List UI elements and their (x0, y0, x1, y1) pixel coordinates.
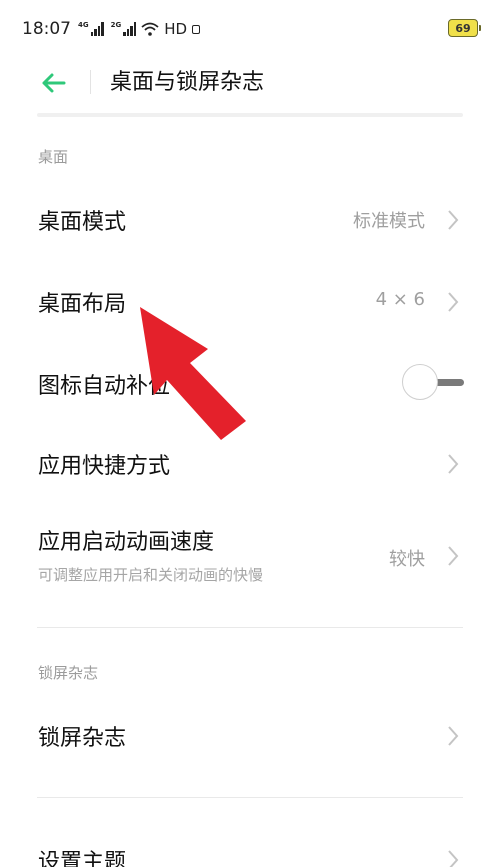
page-title: 桌面与锁屏杂志 (110, 70, 265, 95)
setting-title: 设置主题 (38, 850, 127, 867)
setting-title: 桌面布局 (38, 292, 127, 317)
setting-row-app-launch-animation[interactable]: 应用启动动画速度 可调整应用开启和关闭动画的快慢 较快 (0, 516, 500, 596)
icon-auto-fill-toggle[interactable] (402, 364, 464, 400)
setting-title: 锁屏杂志 (38, 726, 127, 751)
setting-row-set-theme[interactable]: 设置主题 (0, 830, 500, 867)
status-left: 18:07 4G 2G HD (22, 18, 201, 40)
toggle-knob (402, 364, 438, 400)
setting-value: 标准模式 (353, 211, 425, 232)
setting-row-app-shortcuts[interactable]: 应用快捷方式 (0, 434, 500, 494)
section-label-desktop: 桌面 (38, 148, 69, 166)
back-arrow-icon (42, 73, 66, 93)
hd-indicator-icon (192, 24, 201, 34)
section-divider (37, 627, 463, 628)
chevron-right-icon (448, 726, 459, 746)
section-divider (37, 797, 463, 798)
chevron-right-icon (448, 210, 459, 230)
header-divider (90, 70, 91, 94)
signal-strength-icon-2: 2G (111, 22, 137, 36)
setting-row-desktop-mode[interactable]: 桌面模式 标准模式 (0, 190, 500, 250)
setting-subtitle: 可调整应用开启和关闭动画的快慢 (38, 566, 264, 584)
setting-value: 较快 (389, 549, 425, 570)
setting-value: 4 × 6 (375, 289, 425, 310)
hd-label: HD (164, 20, 188, 38)
signal-strength-icon: 4G (78, 22, 104, 36)
wifi-icon (141, 22, 159, 36)
screen: 18:07 4G 2G HD 69 桌面与锁屏杂志 桌面 桌面模式 标准模式 桌… (0, 0, 500, 867)
setting-title: 应用快捷方式 (38, 454, 171, 479)
setting-row-lockscreen-magazine[interactable]: 锁屏杂志 (0, 706, 500, 766)
setting-title: 图标自动补位 (38, 374, 171, 399)
chevron-right-icon (448, 850, 459, 867)
battery-icon: 69 (448, 19, 481, 37)
section-label-lockscreen-magazine: 锁屏杂志 (38, 664, 99, 682)
chevron-right-icon (448, 546, 459, 566)
back-button[interactable] (36, 66, 70, 100)
setting-title: 桌面模式 (38, 210, 127, 235)
header-separator (37, 113, 463, 117)
network-type-label: 4G (78, 21, 89, 29)
status-time: 18:07 (22, 19, 71, 39)
status-bar: 18:07 4G 2G HD 69 (0, 0, 500, 58)
network-type-label-2: 2G (110, 21, 122, 29)
setting-row-desktop-layout[interactable]: 桌面布局 4 × 6 (0, 272, 500, 332)
setting-title: 应用启动动画速度 (38, 530, 215, 555)
chevron-right-icon (448, 292, 459, 312)
chevron-right-icon (448, 454, 459, 474)
header: 桌面与锁屏杂志 (0, 58, 500, 108)
